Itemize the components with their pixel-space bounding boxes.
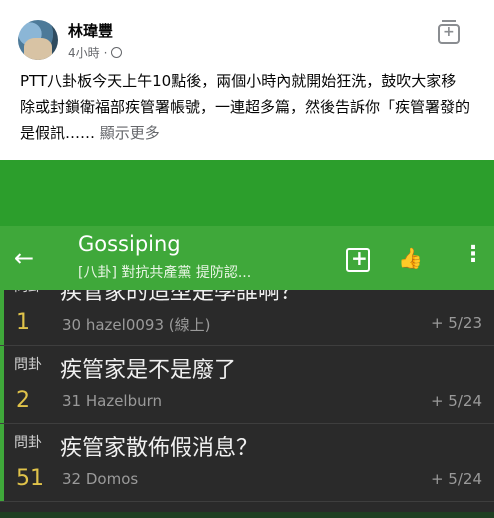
arrow-left-icon[interactable]: ← <box>14 244 34 272</box>
push-count: 51 <box>16 466 44 491</box>
post-author[interactable]: 林瑋豐 <box>68 20 113 41</box>
green-divider <box>0 160 494 226</box>
article-date: + 5/24 <box>430 392 482 410</box>
article-title: 疾管家是不是廢了 <box>60 358 237 383</box>
post-text: PTT八卦板今天上午10點後，兩個小時內就開始狂洗，鼓吹大家移除或封鎖衛福部疾管… <box>20 68 470 146</box>
unread-marker <box>0 424 4 501</box>
more-vert-icon[interactable]: ⋮ <box>462 242 484 267</box>
board-title: Gossiping <box>78 232 181 256</box>
article-title: 疾管家散佈假消息？ <box>60 436 259 461</box>
push-count: 2 <box>16 388 30 413</box>
avatar[interactable] <box>18 20 58 60</box>
article-date: + 5/24 <box>430 470 482 488</box>
unread-marker <box>0 346 4 423</box>
list-item[interactable]: 問卦 疾管家是不是廢了 2 31 Hazelburn + 5/24 <box>0 346 494 424</box>
meta-separator: · <box>103 45 108 60</box>
article-list: 問卦 疾管家的造型是學誰啊？ 1 30 hazel0093 (線上) + 5/2… <box>0 290 494 518</box>
facebook-post: 林瑋豐 4小時 · PTT八卦板今天上午10點後，兩個小時內就開始狂洗，鼓吹大家… <box>0 0 494 160</box>
article-author: 32 Domos <box>62 470 139 488</box>
article-author: 30 hazel0093 (線上) <box>62 316 211 334</box>
app-toolbar: ← Gossiping [八卦] 對抗共產黨 提防認... 👍 ⋮ <box>0 226 494 290</box>
post-body: PTT八卦板今天上午10點後，兩個小時內就開始狂洗，鼓吹大家移除或封鎖衛福部疾管… <box>20 72 471 142</box>
article-category: 問卦 <box>14 357 42 373</box>
push-count: 1 <box>16 310 30 335</box>
board-subtitle: [八卦] 對抗共產黨 提防認... <box>78 265 252 281</box>
post-meta: 4小時 · <box>68 44 123 61</box>
article-category: 問卦 <box>14 435 42 451</box>
bottom-strip <box>0 512 494 518</box>
add-post-icon[interactable] <box>346 246 370 272</box>
list-item[interactable]: 問卦 疾管家散佈假消息？ 51 32 Domos + 5/24 <box>0 424 494 502</box>
unread-marker <box>0 290 4 345</box>
article-date: + 5/23 <box>430 314 482 332</box>
article-author: 31 Hazelburn <box>62 392 163 410</box>
article-category: 問卦 <box>14 290 42 296</box>
see-more-link[interactable]: 顯示更多 <box>100 124 160 142</box>
globe-icon <box>111 47 123 58</box>
thumbs-icon[interactable]: 👍 <box>398 246 423 270</box>
save-post-icon[interactable] <box>438 20 460 44</box>
post-time[interactable]: 4小時 <box>68 44 100 61</box>
article-title: 疾管家的造型是學誰啊？ <box>60 290 303 305</box>
list-item[interactable]: 問卦 疾管家的造型是學誰啊？ 1 30 hazel0093 (線上) + 5/2… <box>0 290 494 346</box>
